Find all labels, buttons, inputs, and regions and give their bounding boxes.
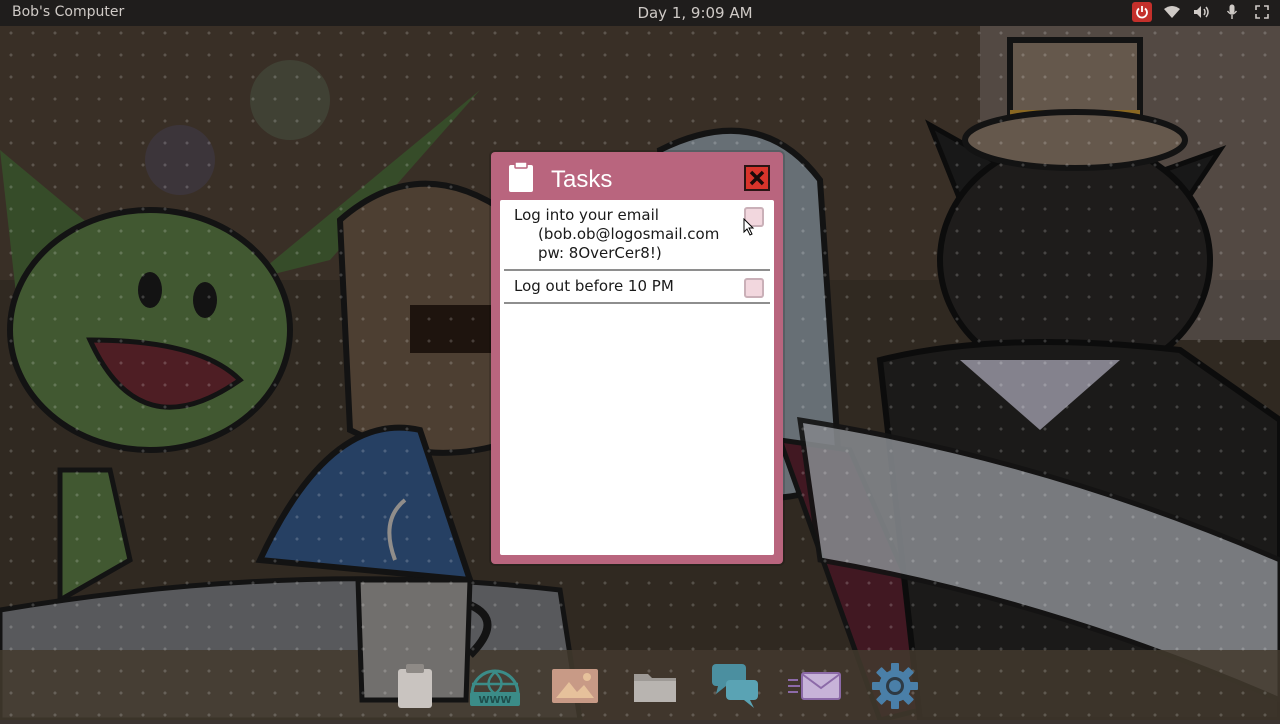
dock: WWW [388, 658, 922, 714]
tasks-icon[interactable] [388, 659, 442, 713]
browser-icon[interactable]: WWW [468, 659, 522, 713]
window-title: Tasks [551, 166, 613, 193]
svg-text:WWW: WWW [478, 695, 511, 706]
close-icon [749, 170, 765, 186]
top-panel: Bob's Computer Day 1, 9:09 AM [0, 0, 1280, 26]
mouse-cursor-icon [743, 217, 755, 236]
task-title: Log into your email [514, 206, 659, 224]
mail-icon[interactable] [788, 659, 842, 713]
task-title: Log out before 10 PM [514, 277, 674, 295]
chat-icon[interactable] [708, 659, 762, 713]
power-icon[interactable] [1132, 2, 1152, 22]
settings-icon[interactable] [868, 659, 922, 713]
task-checkbox[interactable] [744, 278, 764, 298]
task-item: Log into your email (bob.ob@logosmail.co… [504, 200, 770, 271]
task-item: Log out before 10 PM [504, 271, 770, 304]
window-titlebar[interactable]: Tasks [491, 152, 783, 200]
clock: Day 1, 9:09 AM [637, 4, 753, 22]
volume-icon[interactable] [1192, 2, 1212, 22]
task-detail: (bob.ob@logosmail.com [538, 225, 720, 243]
photos-icon[interactable] [548, 659, 602, 713]
close-button[interactable] [744, 165, 770, 191]
system-tray [1132, 2, 1272, 22]
clipboard-icon [507, 161, 535, 193]
files-icon[interactable] [628, 659, 682, 713]
tasks-window: Tasks Log into your email (bob.ob@logosm… [491, 152, 783, 564]
task-detail: pw: 8OverCer8!) [538, 244, 662, 262]
fullscreen-icon[interactable] [1252, 2, 1272, 22]
microphone-icon[interactable] [1222, 2, 1242, 22]
wifi-icon[interactable] [1162, 2, 1182, 22]
task-list: Log into your email (bob.ob@logosmail.co… [500, 200, 774, 555]
